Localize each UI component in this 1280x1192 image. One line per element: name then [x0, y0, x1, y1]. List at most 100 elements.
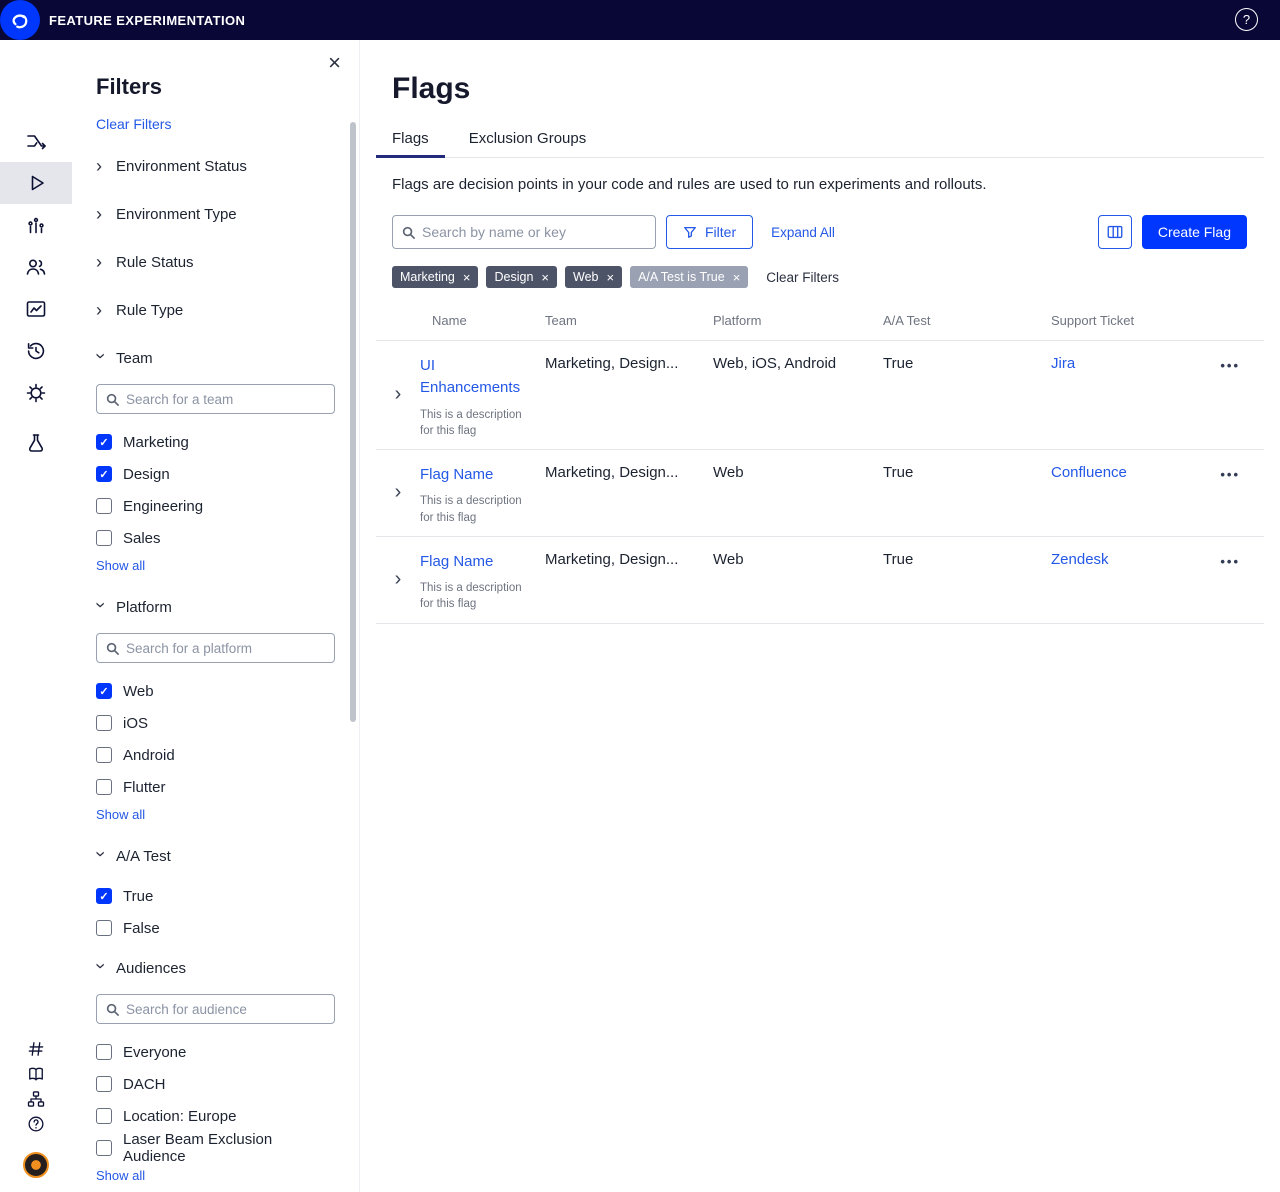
checkbox[interactable] [96, 747, 112, 763]
nav-metrics[interactable] [0, 288, 72, 330]
close-filters-icon[interactable]: × [328, 52, 341, 74]
tab-exclusion-groups[interactable]: Exclusion Groups [453, 122, 603, 158]
checkbox-label: Everyone [123, 1044, 186, 1061]
tab-flags[interactable]: Flags [376, 122, 445, 158]
filter-section-collapsed[interactable]: › Environment Type [96, 190, 335, 238]
flag-name-cell: UI Enhancements This is a description fo… [420, 341, 545, 449]
chip-close-icon[interactable]: × [733, 271, 741, 284]
history-clock-icon [24, 339, 48, 363]
filter-checkbox-item[interactable]: iOS [96, 707, 335, 739]
columns-icon [1106, 223, 1124, 241]
filter-chip[interactable]: Web × [565, 266, 622, 288]
nav-results[interactable] [0, 204, 72, 246]
create-flag-button[interactable]: Create Flag [1142, 215, 1247, 249]
filter-checkbox-item[interactable]: Engineering [96, 490, 335, 522]
nav-sitemap[interactable] [0, 1086, 72, 1111]
filter-checkbox-item[interactable]: Android [96, 739, 335, 771]
nav-settings[interactable] [0, 372, 72, 414]
filter-checkbox-item[interactable]: True [96, 880, 335, 912]
aa-test-section-header[interactable]: › A/A Test [96, 832, 335, 880]
nav-rollouts[interactable] [0, 162, 72, 204]
flag-name-link[interactable]: UI Enhancements [420, 355, 532, 399]
row-chevron-cell: › [376, 537, 420, 623]
nav-docs[interactable] [0, 1061, 72, 1086]
nav-lab[interactable] [0, 422, 72, 464]
checkbox[interactable] [96, 530, 112, 546]
nav-help[interactable] [0, 1111, 72, 1136]
filter-checkbox-item[interactable]: Sales [96, 522, 335, 554]
column-settings-button[interactable] [1098, 215, 1132, 249]
collapsed-filter-sections: › Environment Status › Environment Type … [96, 142, 335, 334]
filter-chip[interactable]: A/A Test is True × [630, 266, 748, 288]
search-icon [402, 226, 415, 239]
nav-hash[interactable] [0, 1036, 72, 1061]
filter-chip[interactable]: Design × [486, 266, 557, 288]
row-more-menu-icon[interactable]: ••• [1220, 551, 1240, 568]
checkbox[interactable] [96, 1140, 112, 1156]
checkbox[interactable] [96, 779, 112, 795]
filter-chip[interactable]: Marketing × [392, 266, 478, 288]
checkbox[interactable] [96, 434, 112, 450]
filter-section-collapsed[interactable]: › Environment Status [96, 142, 335, 190]
row-more-menu-icon[interactable]: ••• [1220, 355, 1240, 372]
filter-checkbox-item[interactable]: Flutter [96, 771, 335, 803]
checkbox[interactable] [96, 1044, 112, 1060]
clear-filters-inline[interactable]: Clear Filters [766, 270, 839, 285]
filter-button[interactable]: Filter [666, 215, 753, 249]
expand-all-link[interactable]: Expand All [771, 225, 835, 240]
flag-name-link[interactable]: Flag Name [420, 464, 532, 486]
filter-checkbox-item[interactable]: Everyone [96, 1036, 335, 1068]
support-ticket-link[interactable]: Confluence [1051, 464, 1127, 481]
flag-name-link[interactable]: Flag Name [420, 551, 532, 573]
optimizely-logo[interactable] [0, 0, 40, 40]
checkbox[interactable] [96, 498, 112, 514]
help-icon[interactable]: ? [1235, 8, 1258, 31]
audiences-show-all-link[interactable]: Show all [96, 1168, 145, 1183]
filter-section-collapsed[interactable]: › Rule Status [96, 238, 335, 286]
support-ticket-link[interactable]: Zendesk [1051, 551, 1109, 568]
checkbox[interactable] [96, 466, 112, 482]
flag-description: This is a description for this flag [420, 493, 532, 525]
checkbox[interactable] [96, 1108, 112, 1124]
nav-history[interactable] [0, 330, 72, 372]
row-more-menu-icon[interactable]: ••• [1220, 464, 1240, 481]
platform-show-all-link[interactable]: Show all [96, 807, 145, 822]
row-expand-chevron-icon[interactable]: › [395, 568, 402, 591]
flags-search-input[interactable] [422, 224, 646, 240]
support-ticket-link[interactable]: Jira [1051, 355, 1075, 372]
team-show-all-link[interactable]: Show all [96, 558, 145, 573]
team-search-input[interactable] [126, 392, 325, 407]
header-spacer [1201, 303, 1264, 340]
row-expand-chevron-icon[interactable]: › [395, 383, 402, 406]
team-section-header[interactable]: › Team [96, 334, 335, 382]
filter-checkbox-item[interactable]: Marketing [96, 426, 335, 458]
filter-checkbox-item[interactable]: Location: Europe [96, 1100, 335, 1132]
filter-checkbox-item[interactable]: False [96, 912, 335, 944]
checkbox[interactable] [96, 888, 112, 904]
audience-search-input[interactable] [126, 1002, 325, 1017]
filter-checkbox-item[interactable]: Web [96, 675, 335, 707]
nav-audiences[interactable] [0, 246, 72, 288]
platform-section-header[interactable]: › Platform [96, 583, 335, 631]
checkbox-label: Location: Europe [123, 1108, 236, 1125]
chevron-right-icon: › [96, 157, 106, 175]
filter-checkbox-item[interactable]: Laser Beam Exclusion Audience [96, 1132, 335, 1164]
chip-close-icon[interactable]: × [541, 271, 549, 284]
platform-search-input[interactable] [126, 641, 325, 656]
checkbox[interactable] [96, 715, 112, 731]
user-avatar[interactable] [23, 1152, 49, 1178]
filters-scrollbar[interactable] [350, 122, 356, 722]
chip-close-icon[interactable]: × [606, 271, 614, 284]
row-expand-chevron-icon[interactable]: › [395, 481, 402, 504]
app-title: FEATURE EXPERIMENTATION [49, 13, 245, 28]
checkbox[interactable] [96, 683, 112, 699]
audiences-section-header[interactable]: › Audiences [96, 944, 335, 992]
checkbox[interactable] [96, 920, 112, 936]
filter-checkbox-item[interactable]: DACH [96, 1068, 335, 1100]
clear-filters-link[interactable]: Clear Filters [96, 116, 171, 132]
nav-flows[interactable] [0, 120, 72, 162]
chip-close-icon[interactable]: × [463, 271, 471, 284]
filter-checkbox-item[interactable]: Design [96, 458, 335, 490]
filter-section-collapsed[interactable]: › Rule Type [96, 286, 335, 334]
checkbox[interactable] [96, 1076, 112, 1092]
